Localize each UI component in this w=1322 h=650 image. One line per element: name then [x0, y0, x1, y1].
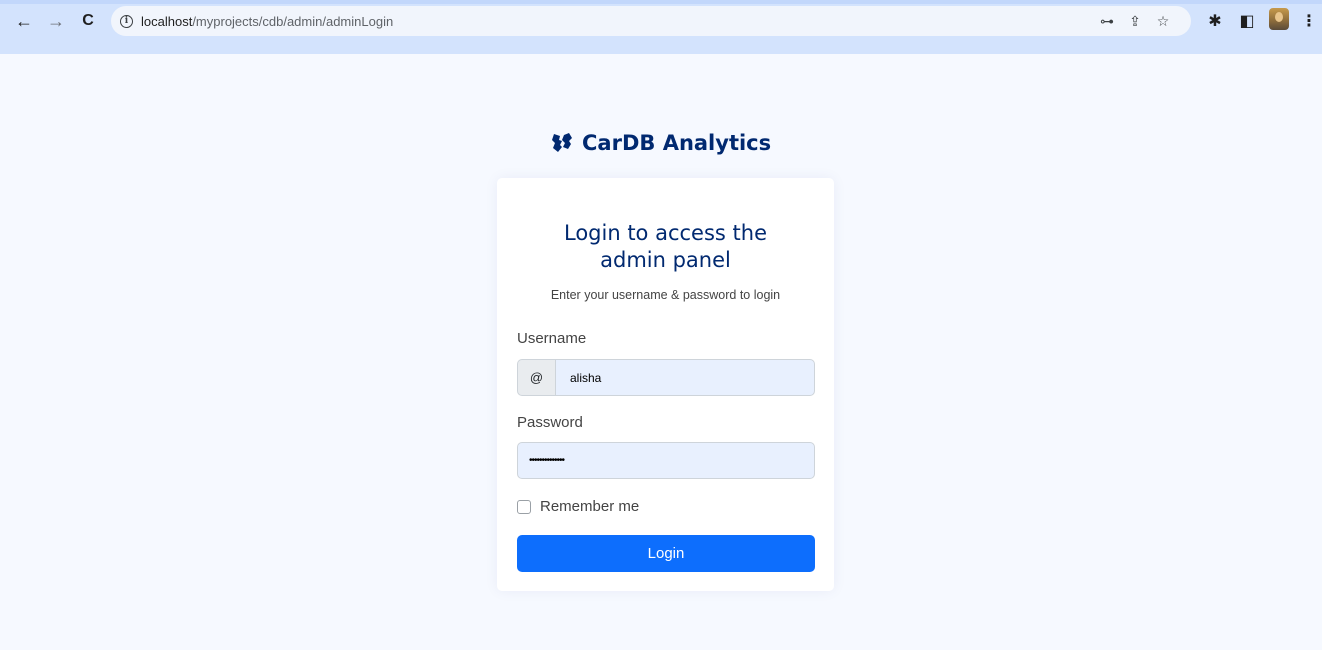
- site-info-icon[interactable]: i: [120, 14, 133, 28]
- share-icon[interactable]: ⇪: [1121, 12, 1149, 30]
- password-key-icon[interactable]: ⊶: [1093, 12, 1121, 30]
- side-panel-icon[interactable]: ◧: [1234, 9, 1260, 33]
- remember-me-row: Remember me: [517, 498, 639, 515]
- username-input-group: @ alisha: [517, 359, 815, 396]
- remember-me-checkbox[interactable]: [517, 499, 531, 514]
- car-logo-icon: [552, 133, 572, 152]
- password-input[interactable]: ••••••••••••••: [517, 442, 815, 479]
- at-sign-addon: @: [517, 359, 555, 396]
- password-input-group: ••••••••••••••: [517, 442, 815, 479]
- brand-logo-link[interactable]: CarDB Analytics: [550, 128, 771, 158]
- login-card: Login to access the admin panel Enter yo…: [497, 178, 834, 591]
- tab-strip: [0, 0, 1322, 4]
- browser-toolbar: ← → C i localhost/myprojects/cdb/admin/a…: [0, 0, 1322, 54]
- login-title: Login to access the admin panel: [497, 220, 834, 274]
- forward-icon[interactable]: →: [44, 9, 68, 33]
- browser-menu-icon[interactable]: ⋮: [1296, 9, 1322, 33]
- url-path: /myprojects/cdb/admin/adminLogin: [192, 13, 394, 29]
- omnibox-actions: ⊶ ⇪ ☆: [1093, 12, 1177, 30]
- url-host: localhost: [141, 13, 193, 29]
- password-label: Password: [517, 414, 583, 431]
- brand-name: CarDB Analytics: [582, 131, 772, 155]
- profile-avatar[interactable]: [1269, 8, 1289, 30]
- username-input[interactable]: alisha: [555, 359, 815, 396]
- extensions-puzzle-icon[interactable]: ✱: [1202, 9, 1228, 33]
- login-subtitle: Enter your username & password to login: [550, 288, 781, 302]
- bookmark-star-icon[interactable]: ☆: [1149, 12, 1177, 30]
- login-button[interactable]: Login: [517, 535, 815, 572]
- back-icon[interactable]: ←: [12, 9, 36, 33]
- url-text[interactable]: localhost/myprojects/cdb/admin/adminLogi…: [141, 14, 393, 29]
- reload-icon[interactable]: C: [76, 9, 100, 33]
- remember-me-label[interactable]: Remember me: [540, 498, 639, 515]
- login-title-text: Login to access the admin panel: [564, 221, 767, 272]
- address-bar[interactable]: i localhost/myprojects/cdb/admin/adminLo…: [111, 6, 1191, 36]
- username-label: Username: [517, 330, 587, 347]
